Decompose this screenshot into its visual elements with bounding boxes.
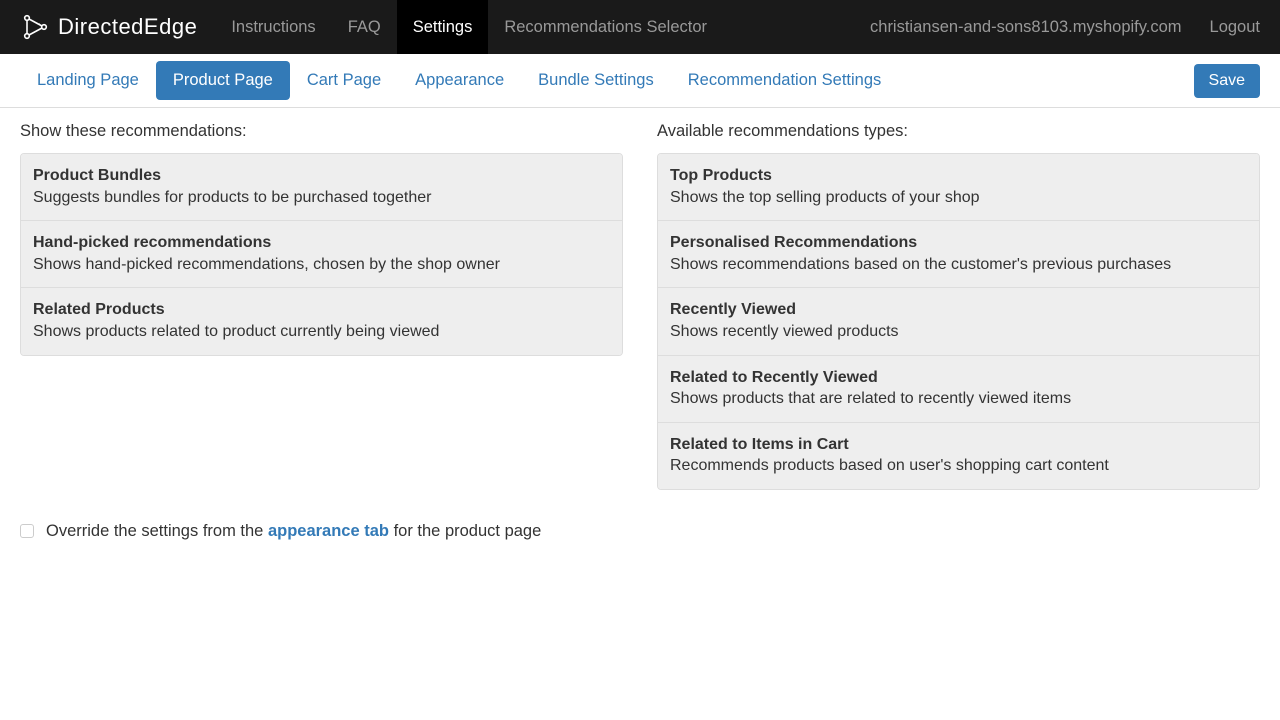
tab-product-page[interactable]: Product Page bbox=[156, 61, 290, 100]
list-item[interactable]: Related to Items in Cart Recommends prod… bbox=[658, 423, 1259, 489]
list-item-desc: Shows recommendations based on the custo… bbox=[670, 254, 1247, 276]
content: Show these recommendations: Product Bund… bbox=[0, 108, 1280, 504]
tab-cart-page[interactable]: Cart Page bbox=[290, 61, 398, 100]
list-item[interactable]: Hand-picked recommendations Shows hand-p… bbox=[21, 221, 622, 288]
list-item-desc: Recommends products based on user's shop… bbox=[670, 455, 1247, 477]
show-recommendations-heading: Show these recommendations: bbox=[20, 122, 623, 141]
list-item-desc: Shows hand-picked recommendations, chose… bbox=[33, 254, 610, 276]
list-item-desc: Shows products that are related to recen… bbox=[670, 388, 1247, 410]
list-item-title: Product Bundles bbox=[33, 165, 610, 187]
list-item-desc: Suggests bundles for products to be purc… bbox=[33, 187, 610, 209]
list-item-title: Recently Viewed bbox=[670, 299, 1247, 321]
brand-logo-icon bbox=[20, 12, 50, 42]
tab-bundle-settings[interactable]: Bundle Settings bbox=[521, 61, 671, 100]
list-item[interactable]: Product Bundles Suggests bundles for pro… bbox=[21, 154, 622, 221]
override-text-post: for the product page bbox=[389, 522, 541, 540]
top-navbar: DirectedEdge Instructions FAQ Settings R… bbox=[0, 0, 1280, 54]
list-item-title: Related to Items in Cart bbox=[670, 434, 1247, 456]
brand-name: DirectedEdge bbox=[58, 14, 197, 40]
override-text-pre: Override the settings from the bbox=[46, 522, 268, 540]
nav-instructions[interactable]: Instructions bbox=[215, 0, 331, 54]
list-item-desc: Shows recently viewed products bbox=[670, 321, 1247, 343]
available-types-heading: Available recommendations types: bbox=[657, 122, 1260, 141]
list-item[interactable]: Related Products Shows products related … bbox=[21, 288, 622, 354]
save-button[interactable]: Save bbox=[1194, 64, 1260, 98]
list-item[interactable]: Related to Recently Viewed Shows product… bbox=[658, 356, 1259, 423]
list-item[interactable]: Top Products Shows the top selling produ… bbox=[658, 154, 1259, 221]
list-item-title: Personalised Recommendations bbox=[670, 232, 1247, 254]
list-item-title: Top Products bbox=[670, 165, 1247, 187]
list-item-desc: Shows the top selling products of your s… bbox=[670, 187, 1247, 209]
nav-settings[interactable]: Settings bbox=[397, 0, 489, 54]
available-types-col: Available recommendations types: Top Pro… bbox=[657, 122, 1260, 490]
nav-right: christiansen-and-sons8103.myshopify.com … bbox=[870, 0, 1280, 54]
appearance-tab-link[interactable]: appearance tab bbox=[268, 522, 389, 540]
nav-recommendations-selector[interactable]: Recommendations Selector bbox=[488, 0, 723, 54]
override-checkbox[interactable] bbox=[20, 524, 34, 538]
tab-landing-page[interactable]: Landing Page bbox=[20, 61, 156, 100]
list-item-title: Related Products bbox=[33, 299, 610, 321]
override-row: Override the settings from the appearanc… bbox=[0, 504, 1280, 541]
list-item-title: Related to Recently Viewed bbox=[670, 367, 1247, 389]
tab-appearance[interactable]: Appearance bbox=[398, 61, 521, 100]
shop-domain: christiansen-and-sons8103.myshopify.com bbox=[870, 18, 1182, 37]
list-item-desc: Shows products related to product curren… bbox=[33, 321, 610, 343]
logout-link[interactable]: Logout bbox=[1210, 18, 1260, 37]
show-recommendations-list: Product Bundles Suggests bundles for pro… bbox=[20, 153, 623, 356]
list-item[interactable]: Recently Viewed Shows recently viewed pr… bbox=[658, 288, 1259, 355]
available-types-list: Top Products Shows the top selling produ… bbox=[657, 153, 1260, 490]
brand[interactable]: DirectedEdge bbox=[0, 0, 215, 54]
subnav: Landing Page Product Page Cart Page Appe… bbox=[0, 54, 1280, 108]
override-label[interactable]: Override the settings from the appearanc… bbox=[46, 522, 541, 541]
list-item[interactable]: Personalised Recommendations Shows recom… bbox=[658, 221, 1259, 288]
nav-faq[interactable]: FAQ bbox=[332, 0, 397, 54]
tab-recommendation-settings[interactable]: Recommendation Settings bbox=[671, 61, 899, 100]
show-recommendations-col: Show these recommendations: Product Bund… bbox=[20, 122, 623, 490]
tabs: Landing Page Product Page Cart Page Appe… bbox=[20, 61, 898, 100]
list-item-title: Hand-picked recommendations bbox=[33, 232, 610, 254]
nav-items: Instructions FAQ Settings Recommendation… bbox=[215, 0, 723, 54]
